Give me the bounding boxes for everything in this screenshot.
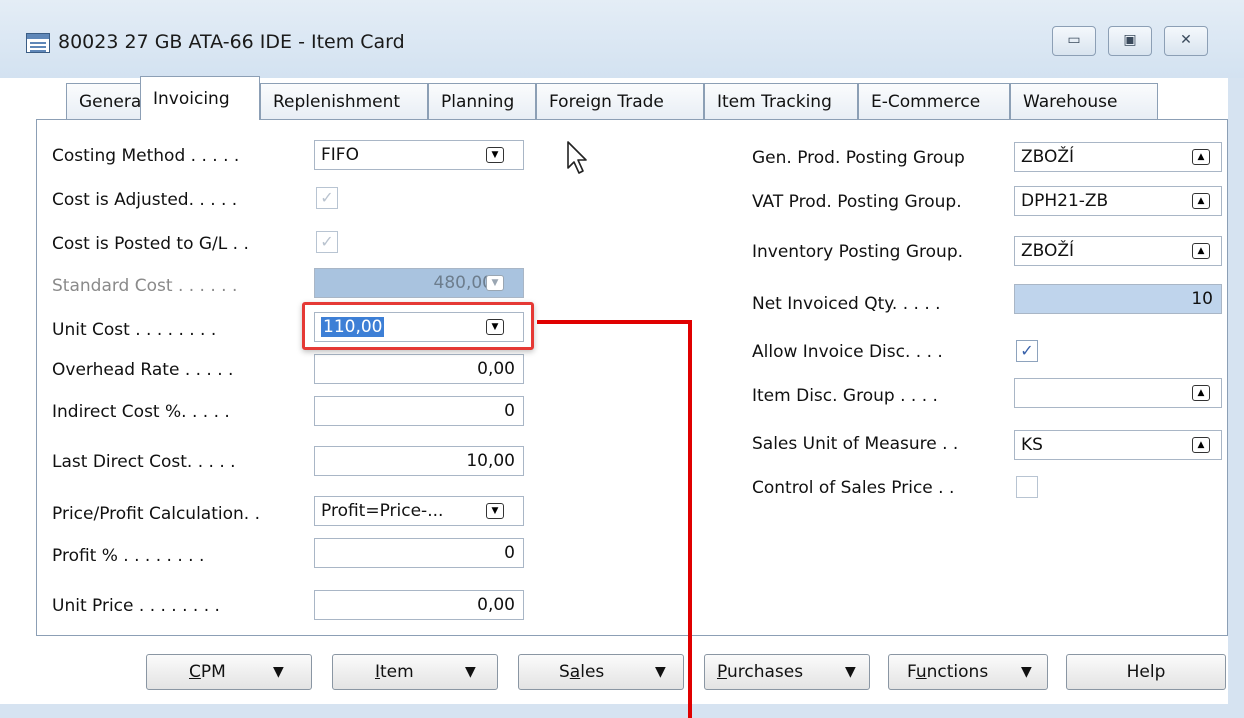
inventory-posting-group-label: Inventory Posting Group.: [752, 242, 964, 262]
tab-item-tracking[interactable]: Item Tracking: [704, 83, 858, 119]
item-disc-group-lookup-icon[interactable]: ▲: [1192, 385, 1210, 401]
item-button[interactable]: Item ▼: [332, 654, 498, 690]
functions-button[interactable]: Functions ▼: [888, 654, 1048, 690]
unit-price-value: 0,00: [477, 595, 515, 615]
purchases-caret-icon: ▼: [845, 664, 856, 680]
window-title: 80023 27 GB ATA-66 IDE - Item Card: [58, 31, 405, 53]
tab-general[interactable]: General: [66, 83, 146, 119]
profit-pct-label: Profit % . . . . . . . .: [52, 546, 205, 566]
control-sales-price-checkbox[interactable]: [1016, 476, 1038, 498]
last-direct-cost-field[interactable]: 10,00: [314, 446, 524, 476]
minimize-icon: ▭: [1067, 32, 1081, 48]
cost-adjusted-label: Cost is Adjusted. . . . .: [52, 190, 238, 210]
window-frame-bottom: [0, 704, 1244, 718]
cost-adjusted-checkbox[interactable]: ✓: [316, 187, 338, 209]
unit-cost-highlight-box: [302, 302, 534, 350]
item-caret-icon: ▼: [465, 664, 476, 680]
sales-caret-icon: ▼: [655, 664, 666, 680]
unit-price-field[interactable]: 0,00: [314, 590, 524, 620]
cpm-button-label: CPM: [189, 662, 226, 682]
tab-replenishment[interactable]: Replenishment: [260, 83, 428, 119]
vat-prod-posting-group-field[interactable]: DPH21-ZB: [1014, 186, 1222, 216]
sales-uom-value: KS: [1021, 435, 1043, 455]
price-profit-calc-label: Price/Profit Calculation. .: [52, 504, 260, 524]
cpm-caret-icon: ▼: [273, 664, 284, 680]
item-button-label: Item: [375, 662, 414, 682]
net-invoiced-qty-field[interactable]: 10: [1014, 284, 1222, 314]
tab-e-commerce[interactable]: E-Commerce: [858, 83, 1010, 119]
close-icon: ✕: [1180, 32, 1192, 48]
functions-caret-icon: ▼: [1021, 664, 1032, 680]
close-button[interactable]: ✕: [1164, 26, 1208, 56]
tab-planning[interactable]: Planning: [428, 83, 536, 119]
gen-prod-posting-group-value: ZBOŽÍ: [1021, 147, 1075, 167]
tab-foreign-trade[interactable]: Foreign Trade: [536, 83, 704, 119]
overhead-rate-label: Overhead Rate . . . . .: [52, 360, 234, 380]
overhead-rate-value: 0,00: [477, 359, 515, 379]
costing-method-label: Costing Method . . . . .: [52, 146, 240, 166]
vat-prod-posting-group-label: VAT Prod. Posting Group.: [752, 192, 962, 212]
inventory-posting-group-lookup-icon[interactable]: ▲: [1192, 243, 1210, 259]
sales-uom-label: Sales Unit of Measure . .: [752, 434, 959, 454]
allow-invoice-disc-checkbox[interactable]: ✓: [1016, 340, 1038, 362]
tab-invoicing[interactable]: Invoicing: [140, 76, 260, 120]
overhead-rate-field[interactable]: 0,00: [314, 354, 524, 384]
sales-uom-field[interactable]: KS: [1014, 430, 1222, 460]
item-card-window: 80023 27 GB ATA-66 IDE - Item Card ▭ ▣ ✕…: [0, 0, 1244, 718]
vat-prod-posting-group-value: DPH21-ZB: [1021, 191, 1109, 211]
last-direct-cost-label: Last Direct Cost. . . . .: [52, 452, 236, 472]
control-sales-price-label: Control of Sales Price . .: [752, 478, 955, 498]
functions-button-label: Functions: [907, 662, 989, 682]
annotation-arrow-horizontal: [537, 320, 691, 324]
purchases-button-label: Purchases: [717, 662, 804, 682]
purchases-button[interactable]: Purchases ▼: [704, 654, 870, 690]
help-button-label: Help: [1126, 662, 1166, 682]
net-invoiced-qty-label: Net Invoiced Qty. . . . .: [752, 294, 941, 314]
app-table-icon: [26, 33, 50, 53]
gen-prod-posting-group-field[interactable]: ZBOŽÍ: [1014, 142, 1222, 172]
profit-pct-field[interactable]: 0: [314, 538, 524, 568]
price-profit-calc-dropdown-icon[interactable]: ▼: [486, 503, 504, 519]
standard-cost-label: Standard Cost . . . . . .: [52, 276, 238, 296]
cost-posted-checkbox[interactable]: ✓: [316, 231, 338, 253]
unit-price-label: Unit Price . . . . . . . .: [52, 596, 220, 616]
tab-warehouse[interactable]: Warehouse: [1010, 83, 1158, 119]
unit-cost-label: Unit Cost . . . . . . . .: [52, 320, 217, 340]
maximize-icon: ▣: [1123, 32, 1137, 48]
sales-button[interactable]: Sales ▼: [518, 654, 684, 690]
cost-posted-label: Cost is Posted to G/L . .: [52, 234, 249, 254]
annotation-arrow-vertical: [688, 320, 692, 718]
item-disc-group-field[interactable]: [1014, 378, 1222, 408]
indirect-cost-value: 0: [504, 401, 515, 421]
standard-cost-drilldown-icon[interactable]: ▼: [486, 275, 504, 291]
mouse-pointer-icon: [567, 141, 587, 174]
costing-method-value: FIFO: [321, 145, 359, 165]
vat-prod-posting-group-lookup-icon[interactable]: ▲: [1192, 193, 1210, 209]
gen-prod-posting-group-lookup-icon[interactable]: ▲: [1192, 149, 1210, 165]
inventory-posting-group-field[interactable]: ZBOŽÍ: [1014, 236, 1222, 266]
title-bar[interactable]: 80023 27 GB ATA-66 IDE - Item Card ▭ ▣ ✕: [0, 0, 1244, 78]
item-disc-group-label: Item Disc. Group . . . .: [752, 386, 938, 406]
last-direct-cost-value: 10,00: [466, 451, 515, 471]
indirect-cost-label: Indirect Cost %. . . . .: [52, 402, 230, 422]
cpm-button[interactable]: CPM ▼: [146, 654, 312, 690]
price-profit-calc-value: Profit=Price-...: [321, 501, 444, 521]
allow-invoice-disc-label: Allow Invoice Disc. . . .: [752, 342, 943, 362]
standard-cost-value: 480,00: [433, 273, 493, 293]
window-frame-right: [1228, 78, 1244, 718]
gen-prod-posting-group-label: Gen. Prod. Posting Group: [752, 148, 965, 168]
sales-uom-lookup-icon[interactable]: ▲: [1192, 437, 1210, 453]
sales-button-label: Sales: [559, 662, 605, 682]
net-invoiced-qty-value: 10: [1191, 289, 1213, 309]
help-button[interactable]: Help: [1066, 654, 1226, 690]
costing-method-dropdown-icon[interactable]: ▼: [486, 147, 504, 163]
minimize-button[interactable]: ▭: [1052, 26, 1096, 56]
indirect-cost-field[interactable]: 0: [314, 396, 524, 426]
maximize-button[interactable]: ▣: [1108, 26, 1152, 56]
profit-pct-value: 0: [504, 543, 515, 563]
inventory-posting-group-value: ZBOŽÍ: [1021, 241, 1075, 261]
